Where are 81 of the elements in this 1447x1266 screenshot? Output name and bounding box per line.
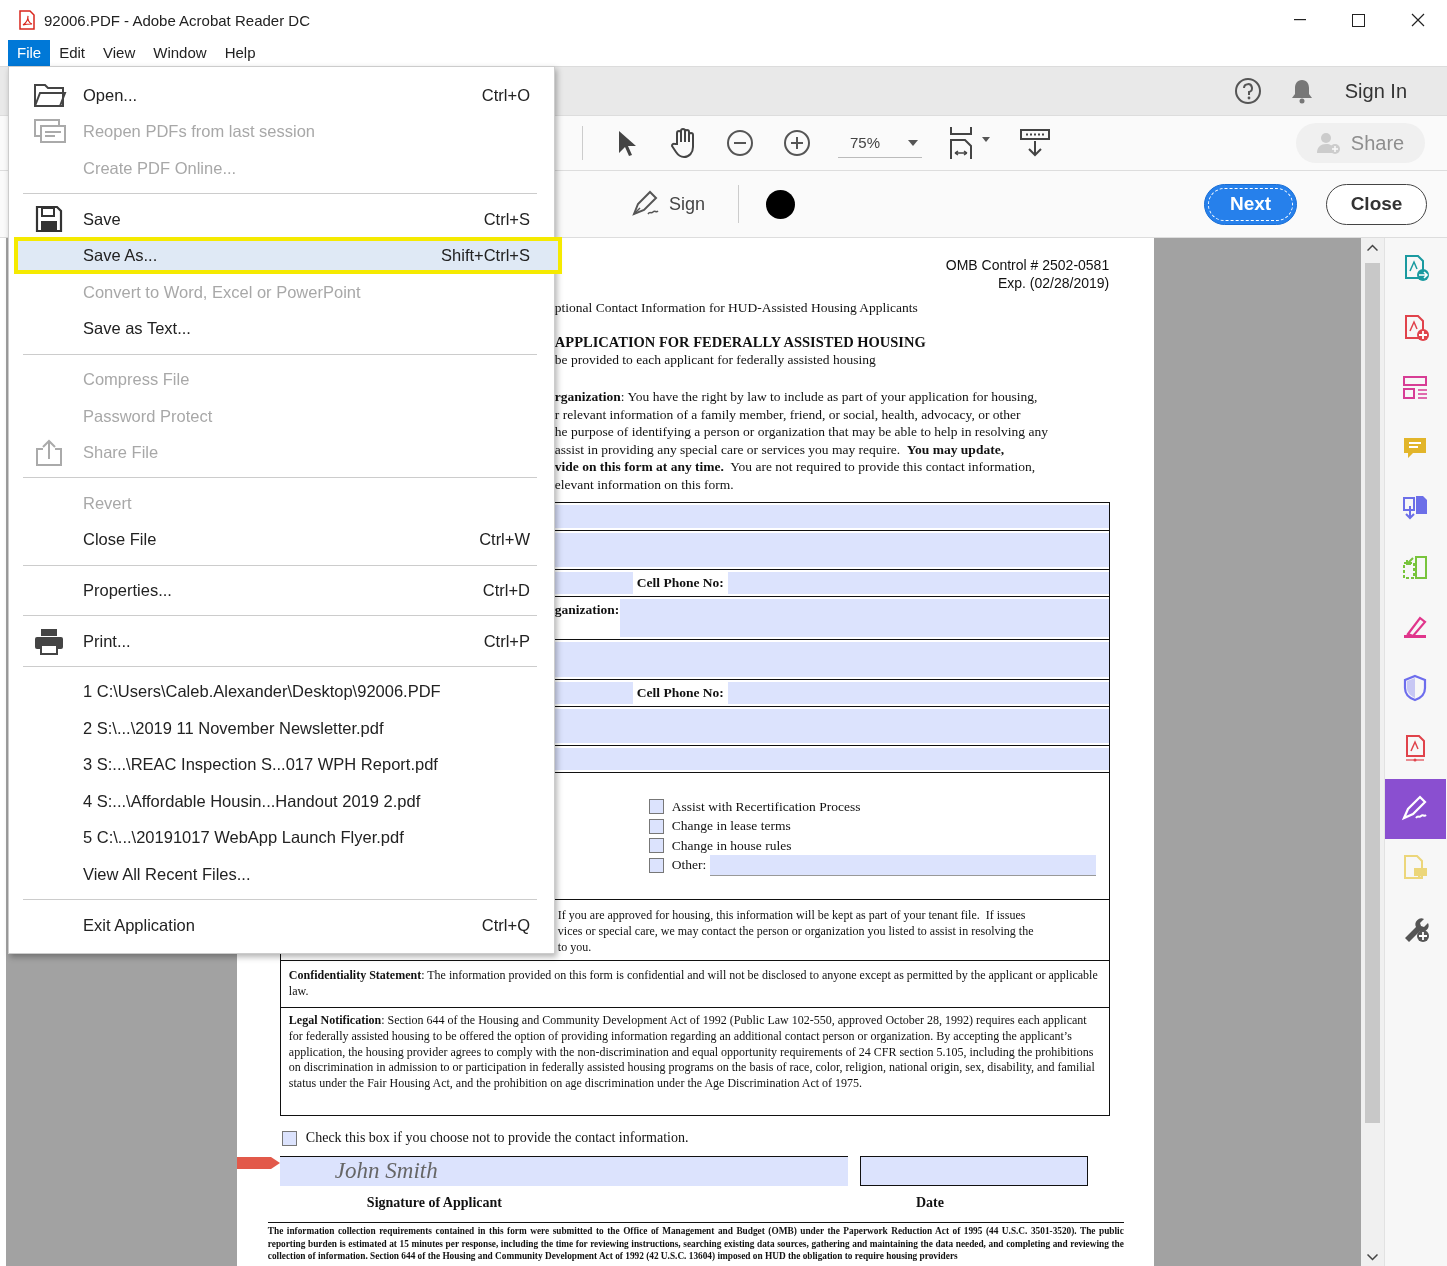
form-field[interactable] xyxy=(620,599,1109,638)
option-label: Change in house rules xyxy=(671,837,792,854)
bell-icon[interactable] xyxy=(1289,78,1314,104)
paragraph-line: assist in providing any special care or services you may require. You may update, xyxy=(553,440,1005,458)
paragraph-line: to you. xyxy=(557,939,593,955)
menu-bar-item[interactable]: Help xyxy=(215,40,265,66)
caret-icon xyxy=(908,139,919,146)
menu-item[interactable]: 5 C:\...\20191017 WebApp Launch Flyer.pdf xyxy=(9,819,554,857)
date-field[interactable] xyxy=(859,1156,1088,1186)
menu-item[interactable]: Exit Application Ctrl+Q xyxy=(9,906,554,944)
footnote-text: The information collection requirements contained in this form were submitted to the Office of Management and Budget (OMB) under the Paperwork Reduction Act of 1995 (44 U.S.C. 3501-3520). The public reporting burden is estimated at 15 minutes per response, including the time for reviewing instructions, searching existing data sources, gathering and maintaining the data needed, and completing and reviewing the collection of information. Section 644 of the Housing and Community Development Act of 1992 (42 U.S.C. 13604) imposed on HUD the obligation to require housing providers xyxy=(267,1222,1124,1263)
checkbox[interactable] xyxy=(648,799,664,815)
tool-button[interactable] xyxy=(1385,779,1447,839)
zoom-out-icon[interactable] xyxy=(726,129,754,157)
option-label: Assist with Recertification Process xyxy=(671,798,861,815)
document-subtitle: ptional Contact Information for HUD-Assisted Housing Applicants xyxy=(553,299,919,317)
menu-item[interactable]: Open... Ctrl+O xyxy=(9,77,554,114)
field-label: Cell Phone No: xyxy=(635,683,725,702)
paragraph-line: vices or special care, we may contact the person or organization you listed to assist in resolving the xyxy=(557,923,1035,939)
add-user-icon xyxy=(1316,131,1341,155)
document-subheading: be provided to each applicant for federally assisted housing xyxy=(553,351,877,369)
menu-item[interactable]: Print... Ctrl+P xyxy=(9,622,554,660)
help-icon[interactable] xyxy=(1233,77,1262,105)
folder-icon xyxy=(33,81,67,110)
confidentiality-statement: Confidentiality Statement: The information provided on this form is confidential and will not be disclosed to anyone except as permitted by the applicant or applicable law. xyxy=(280,960,1109,1007)
document-heading: APPLICATION FOR FEDERALLY ASSISTED HOUSING xyxy=(553,333,927,351)
documents-icon xyxy=(33,117,67,146)
menu-item[interactable]: 4 S:...\Affordable Housin...Handout 2019 2.pdf xyxy=(9,783,554,820)
next-button[interactable]: Next xyxy=(1204,183,1297,225)
sign-here-tag-icon[interactable] xyxy=(236,1156,281,1170)
date-label: Date xyxy=(915,1194,944,1212)
fit-page-icon[interactable] xyxy=(948,126,992,160)
menu-item[interactable]: Close File Ctrl+W xyxy=(9,521,554,559)
close-button[interactable]: Close xyxy=(1326,183,1427,225)
zoom-in-icon[interactable] xyxy=(783,129,811,157)
signature-field[interactable]: John Smith xyxy=(279,1156,848,1186)
field-label: Cell Phone No: xyxy=(635,573,725,592)
sign-tool[interactable]: Sign xyxy=(631,190,706,218)
legal-notification: Legal Notification: Section 644 of the Housing and Community Development Act of 1992 (Public Law 102-550, approved October 28, 1992) requires each applicant for federally assisted housing to be offered the option of providing information regarding an additional contact person or organization. By accepting the applicant’s application, the housing provider agrees to comply with the non-discrimination and equal opportunity requirements of 24 CFR section 5.105, including the prohibitions on discrimination in admission to or participation in federally assisted housing programs on the basis of race, color, religion, national origin, sex, disability, and familial status under the Fair Housing Act, and the prohibition on age discrimination under the Age Discrimination Act of 1975. xyxy=(280,1007,1109,1115)
menu-item[interactable]: View All Recent Files... xyxy=(9,856,554,893)
field-label: ganization: xyxy=(553,601,621,620)
pointer-icon[interactable] xyxy=(616,129,638,157)
scroll-down-icon[interactable] xyxy=(1367,1254,1379,1261)
menu-bar-item[interactable]: Window xyxy=(144,40,216,66)
menu-item[interactable]: 2 S:\...\2019 11 November Newsletter.pdf xyxy=(9,709,554,747)
option-label: Change in lease terms xyxy=(671,818,791,835)
menu-bar-item[interactable]: Edit xyxy=(50,40,95,66)
paragraph-line: rganization: You have the right by law to include as part of your application for housing, xyxy=(553,388,1039,406)
menu-item[interactable]: 3 S:...\REAC Inspection S...017 WPH Report.pdf xyxy=(9,746,554,784)
paragraph-line: elevant information on this form. xyxy=(553,475,735,493)
scroll-up-icon[interactable] xyxy=(1367,244,1379,251)
form-field[interactable] xyxy=(727,681,1109,705)
input-field[interactable] xyxy=(710,854,1097,876)
menu-item[interactable]: Save As... Shift+Ctrl+S xyxy=(14,237,562,274)
header-text: OMB Control # 2502-0581 xyxy=(944,256,1110,274)
menu-item[interactable]: Save as Text... xyxy=(9,310,554,348)
window-title: 92006.PDF - Adobe Acrobat Reader DC xyxy=(44,11,310,29)
menu-item[interactable]: Properties... Ctrl+D xyxy=(9,572,554,609)
zoom-field[interactable]: 75% xyxy=(838,128,922,158)
signature-label: Signature of Applicant xyxy=(366,1194,502,1212)
checkbox[interactable] xyxy=(648,818,664,834)
form-field[interactable] xyxy=(727,571,1109,595)
checkbox-label: Check this box if you choose not to provide the contact information. xyxy=(305,1129,689,1147)
menu-item[interactable]: 1 C:\Users\Caleb.Alexander\Desktop\92006.PDF xyxy=(9,673,554,710)
sign-in-button[interactable]: Sign In xyxy=(1338,78,1413,104)
checkbox[interactable] xyxy=(648,838,664,854)
ink-color-swatch[interactable] xyxy=(766,189,796,219)
paragraph-line: If you are approved for housing, this information will be kept as part of your tenant file. If issues xyxy=(557,907,1027,923)
option-label: Other: xyxy=(671,857,707,874)
menu-item[interactable]: Save Ctrl+S xyxy=(9,200,554,238)
signature-text: John Smith xyxy=(334,1158,438,1184)
menu-bar-item[interactable]: View xyxy=(94,40,145,66)
checkbox[interactable] xyxy=(281,1130,297,1146)
scroll-mode-icon[interactable] xyxy=(1019,128,1051,158)
paragraph-line: he purpose of identifying a person or organization that may be able to help in resolving any xyxy=(553,423,1049,441)
checkbox[interactable] xyxy=(648,857,664,873)
paragraph-line: r relevant information of a family member, friend, or social, health, advocacy, or other xyxy=(553,405,1022,423)
menu-bar-item[interactable]: File xyxy=(8,40,51,66)
paragraph-line: vide on this form at any time. You are not required to provide this contact information, xyxy=(553,458,1037,476)
scrollbar-thumb[interactable] xyxy=(1365,263,1381,1123)
pdf-file-icon xyxy=(18,10,36,30)
